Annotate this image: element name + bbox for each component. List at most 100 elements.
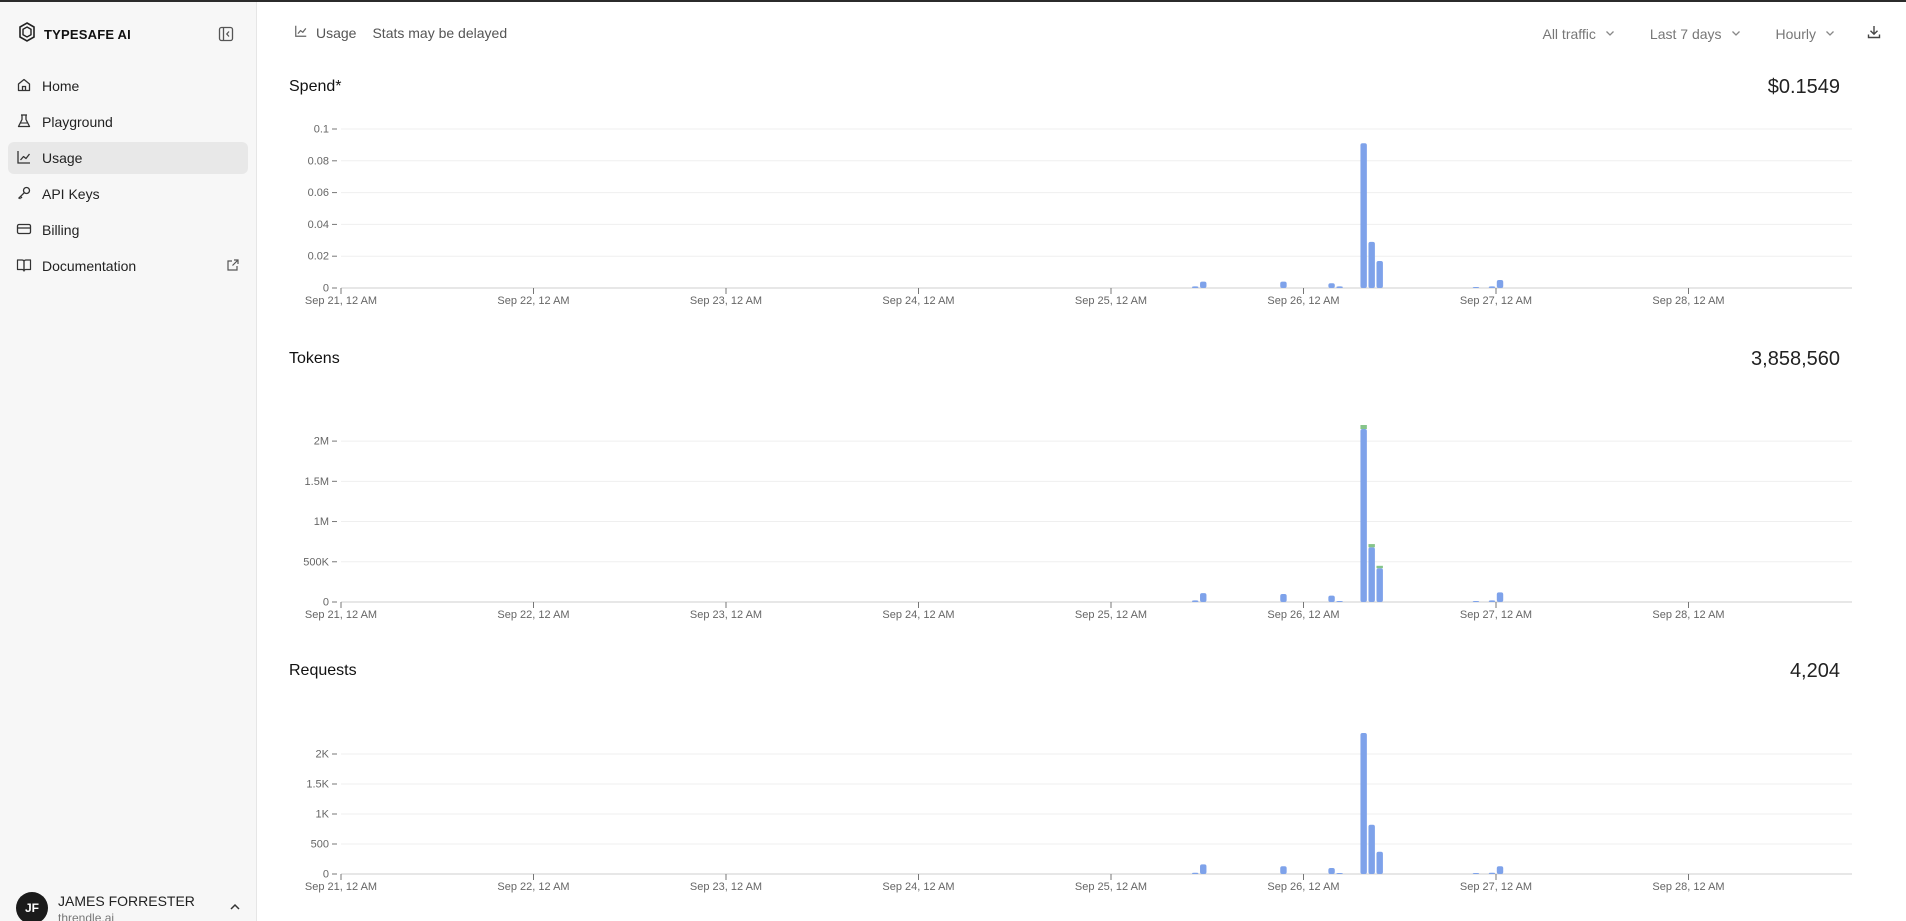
download-button[interactable] bbox=[1866, 24, 1882, 45]
chart-line-icon bbox=[16, 149, 32, 168]
tokens-bar[interactable] bbox=[1200, 593, 1207, 602]
spend-bar[interactable] bbox=[1280, 281, 1287, 288]
tokens-title: Tokens bbox=[289, 350, 340, 367]
requests-x-tick-label: Sep 21, 12 AM bbox=[305, 881, 377, 893]
usage-chart-icon bbox=[294, 24, 308, 41]
chevron-down-icon bbox=[1824, 26, 1836, 42]
brand[interactable]: TYPESAFE AI bbox=[18, 21, 131, 47]
tokens-y-tick-label: 0 bbox=[323, 597, 329, 609]
tokens-bar[interactable] bbox=[1360, 425, 1367, 430]
tokens-chart: 0 500K 1M 1.5M 2M Sep 21, 12 AM Sep 22, 12 AM S… bbox=[284, 410, 1854, 625]
spend-bar[interactable] bbox=[1328, 283, 1335, 288]
granularity-dropdown[interactable]: Hourly bbox=[1776, 22, 1836, 46]
chevron-down-icon bbox=[1604, 26, 1616, 42]
requests-bar[interactable] bbox=[1488, 872, 1496, 874]
spend-x-tick-label: Sep 24, 12 AM bbox=[882, 295, 954, 307]
spend-y-tick-label: 0.1 bbox=[314, 124, 329, 136]
tokens-bar[interactable] bbox=[1472, 601, 1480, 602]
spend-bar[interactable] bbox=[1376, 260, 1383, 288]
spend-bar[interactable] bbox=[1360, 143, 1367, 288]
requests-total: 4,204 bbox=[1789, 660, 1840, 682]
spend-x-tick-label: Sep 22, 12 AM bbox=[497, 295, 569, 307]
sidebar-item-billing[interactable]: Billing bbox=[8, 214, 248, 246]
sidebar-item-home[interactable]: Home bbox=[8, 70, 248, 102]
requests-bar[interactable] bbox=[1360, 733, 1367, 874]
brand-name: TYPESAFE AI bbox=[44, 26, 131, 42]
sidebar-item-label: Home bbox=[42, 78, 80, 94]
typesafe-logo-icon bbox=[18, 21, 36, 47]
spend-x-tick-label: Sep 25, 12 AM bbox=[1075, 295, 1147, 307]
key-icon bbox=[16, 185, 32, 204]
sidebar-nav: Home Playground Usage API Keys Billing D… bbox=[8, 70, 248, 286]
requests-x-tick-label: Sep 23, 12 AM bbox=[690, 881, 762, 893]
tokens-bar[interactable] bbox=[1360, 429, 1367, 602]
requests-bar[interactable] bbox=[1200, 864, 1207, 874]
spend-y-tick-label: 0.08 bbox=[308, 155, 329, 167]
tokens-bar[interactable] bbox=[1496, 592, 1504, 602]
tokens-bar[interactable] bbox=[1488, 600, 1496, 602]
requests-bar[interactable] bbox=[1368, 824, 1375, 874]
requests-x-tick-label: Sep 22, 12 AM bbox=[497, 881, 569, 893]
chevron-down-icon bbox=[1730, 26, 1742, 42]
sidebar-item-api-keys[interactable]: API Keys bbox=[8, 178, 248, 210]
sidebar-item-usage[interactable]: Usage bbox=[8, 142, 248, 174]
sidebar-item-playground[interactable]: Playground bbox=[8, 106, 248, 138]
date-range-dropdown[interactable]: Last 7 days bbox=[1650, 22, 1742, 46]
traffic-filter-dropdown[interactable]: All traffic bbox=[1542, 22, 1615, 46]
tokens-bar[interactable] bbox=[1336, 601, 1343, 602]
requests-bar[interactable] bbox=[1192, 872, 1199, 874]
spend-bar[interactable] bbox=[1496, 280, 1504, 288]
tokens-bar[interactable] bbox=[1376, 565, 1383, 569]
sidebar-item-label: API Keys bbox=[42, 186, 100, 202]
spend-x-tick-label: Sep 26, 12 AM bbox=[1267, 295, 1339, 307]
spend-bar[interactable] bbox=[1192, 286, 1199, 288]
tokens-bar[interactable] bbox=[1280, 593, 1287, 602]
tokens-y-tick-label: 2M bbox=[314, 436, 329, 448]
card-icon bbox=[16, 221, 32, 240]
spend-bar[interactable] bbox=[1368, 241, 1375, 288]
tokens-bar[interactable] bbox=[1192, 600, 1199, 602]
requests-x-tick-label: Sep 27, 12 AM bbox=[1460, 881, 1532, 893]
sidebar-item-documentation[interactable]: Documentation bbox=[8, 250, 248, 282]
spend-bar[interactable] bbox=[1472, 287, 1480, 288]
spend-bar[interactable] bbox=[1336, 286, 1343, 288]
tokens-x-tick-label: Sep 21, 12 AM bbox=[305, 609, 377, 621]
tokens-chart-svg: 0 500K 1M 1.5M 2M Sep 21, 12 AM Sep 22, 12 AM S… bbox=[303, 425, 1852, 621]
spend-y-tick-label: 0 bbox=[323, 283, 329, 295]
page-title: Usage bbox=[316, 24, 357, 41]
flask-icon bbox=[16, 113, 32, 132]
home-icon bbox=[16, 77, 32, 96]
requests-x-tick-label: Sep 24, 12 AM bbox=[882, 881, 954, 893]
requests-y-tick-label: 1.5K bbox=[306, 779, 329, 791]
requests-bar[interactable] bbox=[1280, 866, 1287, 874]
tokens-y-tick-label: 1.5M bbox=[305, 476, 329, 488]
requests-bar[interactable] bbox=[1472, 873, 1480, 874]
collapse-sidebar-button[interactable] bbox=[216, 24, 236, 44]
book-icon bbox=[16, 257, 32, 276]
spend-bar[interactable] bbox=[1200, 281, 1207, 288]
tokens-x-tick-label: Sep 23, 12 AM bbox=[690, 609, 762, 621]
requests-title: Requests bbox=[289, 662, 357, 679]
spend-total: $0.1549 bbox=[1767, 76, 1840, 98]
spend-y-tick-label: 0.02 bbox=[308, 251, 329, 263]
requests-bar[interactable] bbox=[1336, 873, 1343, 874]
requests-bar[interactable] bbox=[1376, 851, 1383, 874]
chevron-up-icon[interactable] bbox=[228, 900, 242, 919]
user-menu[interactable]: JF JAMES FORRESTER threndle.ai bbox=[16, 892, 242, 921]
user-name: JAMES FORRESTER bbox=[58, 893, 195, 909]
tokens-bar[interactable] bbox=[1376, 568, 1383, 602]
requests-bar[interactable] bbox=[1328, 868, 1335, 874]
tokens-bar[interactable] bbox=[1368, 544, 1375, 548]
requests-x-tick-label: Sep 25, 12 AM bbox=[1075, 881, 1147, 893]
tokens-x-tick-label: Sep 28, 12 AM bbox=[1652, 609, 1724, 621]
tokens-bar[interactable] bbox=[1368, 547, 1375, 602]
spend-bar[interactable] bbox=[1488, 286, 1496, 288]
tokens-bar[interactable] bbox=[1328, 595, 1335, 602]
external-link-icon bbox=[226, 258, 240, 275]
sidebar-item-label: Playground bbox=[42, 114, 113, 130]
sidebar-item-label: Billing bbox=[42, 222, 80, 238]
sidebar-collapse-icon bbox=[218, 26, 234, 42]
spend-x-tick-label: Sep 21, 12 AM bbox=[305, 295, 377, 307]
tokens-x-tick-label: Sep 25, 12 AM bbox=[1075, 609, 1147, 621]
requests-bar[interactable] bbox=[1496, 866, 1504, 874]
